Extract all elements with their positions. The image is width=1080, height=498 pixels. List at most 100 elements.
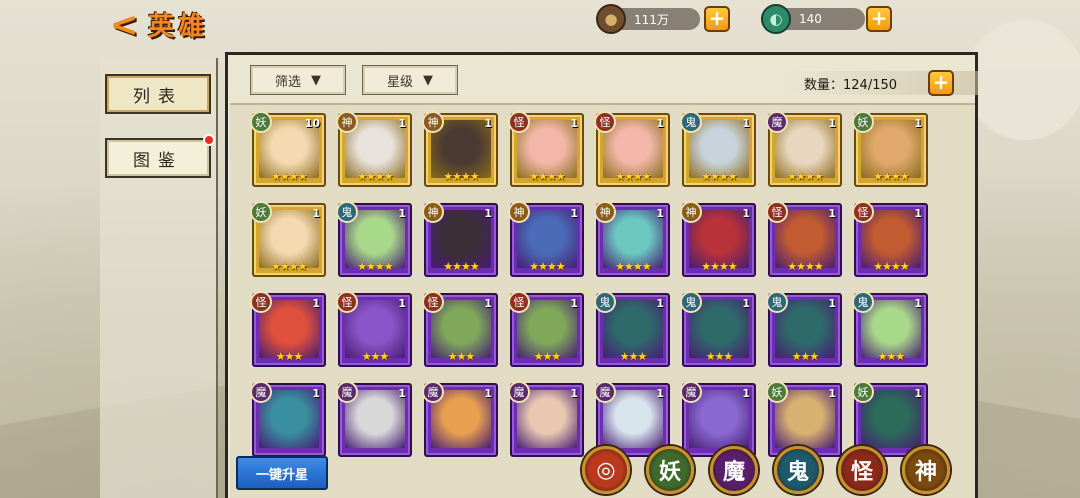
faction-shen-label: 神 bbox=[914, 459, 937, 485]
faction-badge: 妖 bbox=[852, 111, 874, 133]
star-rating: ★★★ bbox=[361, 350, 390, 363]
hero-card[interactable]: 鬼 1 ★★★ bbox=[680, 291, 756, 367]
faction-badge: 妖 bbox=[852, 381, 874, 403]
hero-card[interactable]: 神 1 ★★★★ bbox=[594, 201, 670, 277]
tab-list[interactable]: 列表 bbox=[105, 74, 211, 114]
hero-card[interactable]: 怪 1 ★★★★ bbox=[508, 111, 584, 187]
hero-level: 1 bbox=[828, 387, 836, 400]
hero-level: 1 bbox=[828, 297, 836, 310]
hero-level: 1 bbox=[742, 297, 750, 310]
hero-card[interactable]: 神 1 ★★★★ bbox=[422, 201, 498, 277]
expand-capacity-button[interactable]: + bbox=[928, 70, 954, 96]
hero-card[interactable]: 怪 1 ★★★★ bbox=[594, 111, 670, 187]
hero-card[interactable]: 怪 1 ★★★ bbox=[336, 291, 412, 367]
hero-card[interactable]: 神 1 ★★★★ bbox=[422, 111, 498, 187]
notification-dot bbox=[203, 134, 215, 146]
jade-icon: ◐ bbox=[761, 4, 791, 34]
faction-badge: 怪 bbox=[336, 291, 358, 313]
hero-level: 1 bbox=[742, 387, 750, 400]
faction-all-button[interactable]: ◎ bbox=[582, 446, 630, 494]
star-rating: ★★★★ bbox=[615, 170, 651, 183]
star-rating: ★★★ bbox=[533, 350, 562, 363]
star-rating: ★★★★ bbox=[701, 260, 737, 273]
faction-badge: 怪 bbox=[250, 291, 272, 313]
upgrade-label: 一键升星 bbox=[255, 467, 308, 483]
background-moon bbox=[965, 20, 1080, 140]
filter-dropdown[interactable]: 筛选 ▼ bbox=[250, 65, 346, 95]
hero-card[interactable]: 神 1 ★★★★ bbox=[680, 201, 756, 277]
faction-badge: 神 bbox=[508, 201, 530, 223]
hero-level: 1 bbox=[484, 387, 492, 400]
faction-badge: 魔 bbox=[594, 381, 616, 403]
filter-label: 筛选 bbox=[274, 74, 301, 90]
faction-gui-label: 鬼 bbox=[786, 459, 809, 485]
faction-mo-button[interactable]: 魔 bbox=[710, 446, 758, 494]
hero-card[interactable]: 魔1 bbox=[336, 381, 412, 457]
hero-card[interactable]: 妖 1 ★★★★ bbox=[250, 201, 326, 277]
hero-card[interactable]: 怪 1 ★★★★ bbox=[766, 201, 842, 277]
hero-level: 1 bbox=[570, 387, 578, 400]
hero-level: 1 bbox=[656, 387, 664, 400]
star-rating: ★★★★ bbox=[529, 260, 565, 273]
hero-card[interactable]: 怪 1 ★★★ bbox=[508, 291, 584, 367]
hero-card[interactable]: 魔1 bbox=[508, 381, 584, 457]
hero-card[interactable]: 怪 1 ★★★ bbox=[422, 291, 498, 367]
hero-card[interactable]: 神 1 ★★★★ bbox=[508, 201, 584, 277]
tab-codex[interactable]: 图鉴 bbox=[105, 134, 215, 178]
faction-badge: 魔 bbox=[422, 381, 444, 403]
hero-card[interactable]: 鬼 1 ★★★ bbox=[766, 291, 842, 367]
star-label: 星级 bbox=[386, 74, 413, 90]
hero-card[interactable]: 妖 1 ★★★★ bbox=[852, 111, 928, 187]
hero-card[interactable]: 魔 1 ★★★★ bbox=[766, 111, 842, 187]
hero-level: 1 bbox=[656, 117, 664, 130]
faction-badge: 神 bbox=[680, 201, 702, 223]
faction-badge: 神 bbox=[422, 201, 444, 223]
one-click-star-up-button[interactable]: 一键升星 bbox=[236, 456, 328, 490]
faction-gui-button[interactable]: 鬼 bbox=[774, 446, 822, 494]
hero-card[interactable]: 怪 1 ★★★ bbox=[250, 291, 326, 367]
page-title: 英雄 bbox=[148, 12, 209, 42]
coin-counter: ● 111万 bbox=[596, 4, 700, 34]
hero-card[interactable]: 怪 1 ★★★★ bbox=[852, 201, 928, 277]
hero-card[interactable]: 鬼 1 ★★★ bbox=[594, 291, 670, 367]
coin-icon: ● bbox=[596, 4, 626, 34]
star-rating: ★★★ bbox=[447, 350, 476, 363]
hero-card[interactable]: 魔1 bbox=[422, 381, 498, 457]
back-button[interactable]: < bbox=[104, 5, 144, 45]
faction-badge: 魔 bbox=[250, 381, 272, 403]
add-coins-button[interactable]: + bbox=[704, 6, 730, 32]
faction-guai-button[interactable]: 怪 bbox=[838, 446, 886, 494]
faction-yao-button[interactable]: 妖 bbox=[646, 446, 694, 494]
hero-card[interactable]: 鬼 1 ★★★★ bbox=[680, 111, 756, 187]
hero-level: 10 bbox=[304, 117, 320, 130]
hero-card[interactable]: 鬼 1 ★★★ bbox=[852, 291, 928, 367]
hero-level: 1 bbox=[312, 207, 320, 220]
hero-card[interactable]: 魔1 bbox=[250, 381, 326, 457]
hero-level: 1 bbox=[484, 297, 492, 310]
hero-card[interactable]: 妖1 bbox=[766, 381, 842, 457]
hero-level: 1 bbox=[570, 297, 578, 310]
hero-level: 1 bbox=[914, 297, 922, 310]
hero-level: 1 bbox=[398, 387, 406, 400]
hero-card[interactable]: 神 1 ★★★★ bbox=[336, 111, 412, 187]
add-jade-button[interactable]: + bbox=[866, 6, 892, 32]
hero-count-label: 数量：124/150 bbox=[804, 77, 898, 93]
star-rating: ★★★★ bbox=[357, 260, 393, 273]
faction-badge: 神 bbox=[336, 111, 358, 133]
hero-level: 1 bbox=[398, 117, 406, 130]
star-rating: ★★★ bbox=[619, 350, 648, 363]
faction-shen-button[interactable]: 神 bbox=[902, 446, 950, 494]
faction-yao-label: 妖 bbox=[658, 459, 681, 485]
star-rating: ★★★★ bbox=[873, 170, 909, 183]
hero-card[interactable]: 魔1 bbox=[680, 381, 756, 457]
star-rating: ★★★★ bbox=[443, 170, 479, 183]
faction-badge: 妖 bbox=[766, 381, 788, 403]
star-rating: ★★★★ bbox=[271, 170, 307, 183]
star-dropdown[interactable]: 星级 ▼ bbox=[362, 65, 458, 95]
hero-card[interactable]: 妖 10 ★★★★ bbox=[250, 111, 326, 187]
faction-badge: 鬼 bbox=[594, 291, 616, 313]
hero-card[interactable]: 鬼 1 ★★★★ bbox=[336, 201, 412, 277]
star-rating: ★★★★ bbox=[443, 260, 479, 273]
hero-level: 1 bbox=[828, 117, 836, 130]
faction-badge: 魔 bbox=[680, 381, 702, 403]
